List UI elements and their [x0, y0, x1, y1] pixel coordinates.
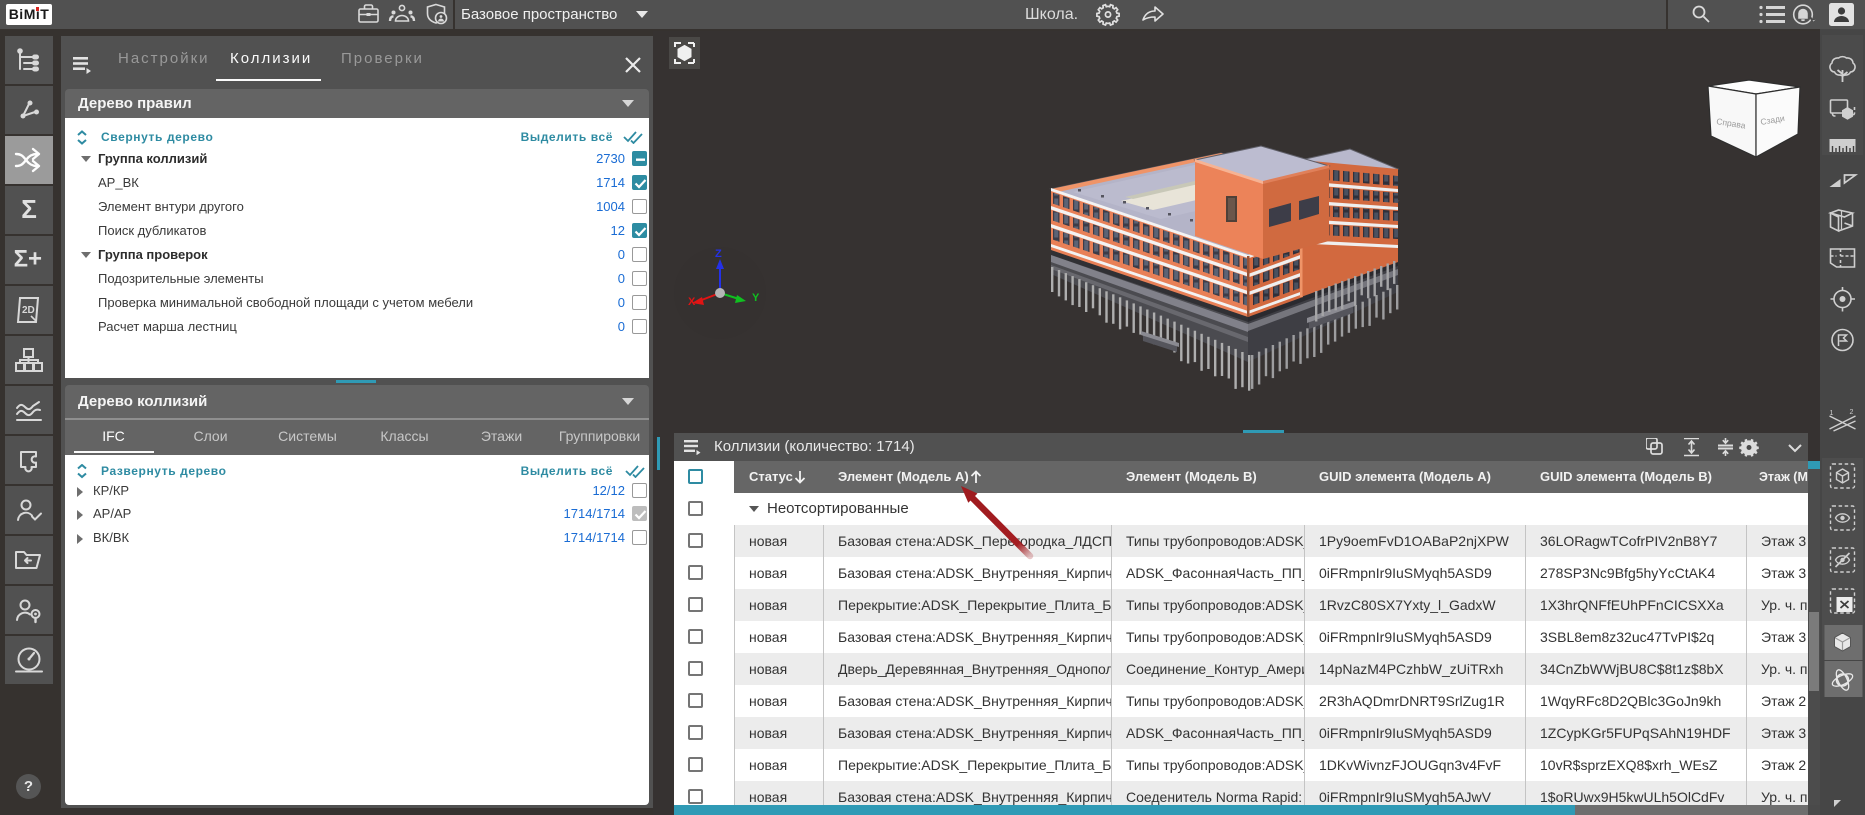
svg-text:1: 1 [1830, 410, 1834, 417]
svg-text:Y: Y [752, 292, 760, 304]
svg-text:X: X [688, 296, 696, 308]
svg-text:2: 2 [1850, 409, 1854, 416]
svg-text:Z: Z [715, 248, 722, 260]
svg-text:2D: 2D [22, 305, 35, 316]
